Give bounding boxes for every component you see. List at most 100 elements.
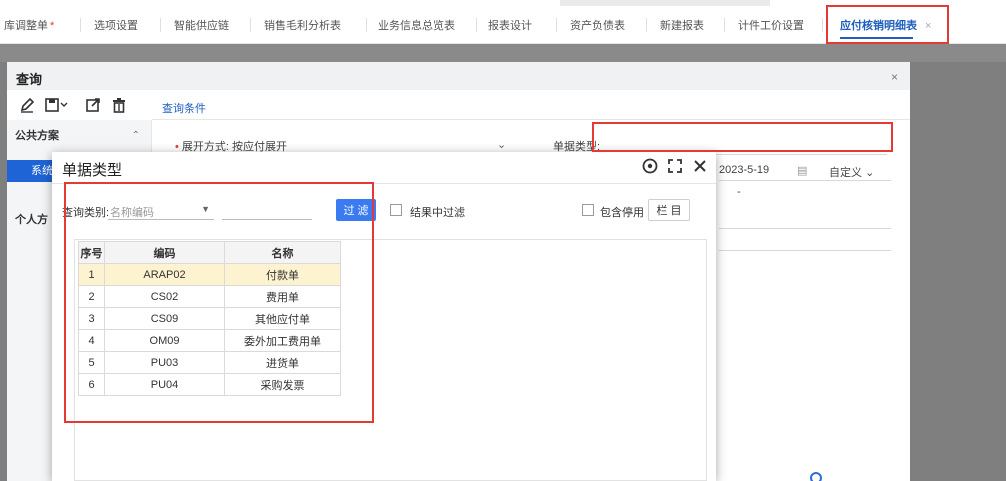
chevron-down-icon[interactable]: ⌄	[497, 138, 506, 151]
date-range-dash: -	[737, 186, 741, 198]
tab-supply-chain[interactable]: 智能供应链	[174, 16, 229, 36]
table-row[interactable]: 5 PU03 进货单	[78, 351, 341, 374]
row-code: CS02	[104, 285, 225, 308]
field-underline	[719, 180, 891, 181]
filter-in-results-label: 结果中过滤	[410, 207, 465, 219]
chevron-up-icon[interactable]: ⌃	[132, 124, 140, 148]
tab-separator	[250, 18, 251, 32]
export-icon[interactable]	[85, 97, 101, 113]
help-bubble-icon[interactable]	[810, 472, 822, 481]
public-scheme-label: 公共方案	[15, 130, 59, 142]
table-row[interactable]: 2 CS02 费用单	[78, 285, 341, 308]
custom-range-label: 自定义	[829, 167, 862, 179]
tab-separator	[80, 18, 81, 32]
delete-icon[interactable]	[111, 97, 127, 113]
top-gray-strip	[560, 0, 770, 6]
modified-marker: *	[50, 20, 55, 32]
tab-separator	[160, 18, 161, 32]
scheme-item-label: 系统	[31, 165, 53, 177]
table-row[interactable]: 6 PU04 采购发票	[78, 373, 341, 396]
columns-button[interactable]: 栏 目	[648, 199, 690, 221]
tab-new-report[interactable]: 新建报表	[660, 16, 704, 36]
tab-label: 库调整单	[4, 20, 48, 32]
doc-type-table: 序号 编码 名称 1 ARAP02 付款单 2 CS02 费用单 3 CS09 …	[78, 241, 341, 396]
tab-label: 应付核销明细表	[840, 20, 917, 32]
row-index: 2	[78, 285, 105, 308]
filter-button[interactable]: 过 滤	[336, 199, 376, 221]
tab-label: 销售毛利分析表	[264, 20, 341, 32]
personal-scheme-label: 个人方	[15, 214, 48, 226]
tab-sales-margin[interactable]: 销售毛利分析表	[264, 16, 341, 36]
tab-bar: 库调整单 * 选项设置 智能供应链 销售毛利分析表 业务信息总览表 报表设计 资产…	[0, 0, 1006, 44]
tab-ap-writeoff-detail[interactable]: 应付核销明细表 ×	[840, 16, 931, 39]
public-scheme-section[interactable]: 公共方案 ⌃	[7, 124, 152, 148]
tab-label: 计件工价设置	[738, 20, 804, 32]
close-icon[interactable]: ×	[925, 20, 931, 32]
tab-label: 报表设计	[488, 20, 532, 32]
close-icon[interactable]: ×	[891, 70, 898, 84]
tab-balance-sheet[interactable]: 资产负债表	[570, 16, 625, 36]
custom-range-select[interactable]: 自定义 ⌄	[829, 164, 874, 180]
tab-separator	[556, 18, 557, 32]
row-code: PU04	[104, 373, 225, 396]
field-underline	[719, 228, 891, 229]
row-name: 付款单	[224, 263, 341, 286]
query-text-input[interactable]	[222, 198, 312, 220]
tab-label: 新建报表	[660, 20, 704, 32]
chevron-down-icon: ▼	[201, 204, 210, 214]
table-row[interactable]: 1 ARAP02 付款单	[78, 263, 341, 286]
tab-report-design[interactable]: 报表设计	[488, 16, 532, 36]
tab-stock-adjust[interactable]: 库调整单 *	[4, 16, 54, 36]
column-header-code: 编码	[104, 241, 225, 264]
backdrop-strip	[0, 44, 1006, 62]
tab-query-conditions[interactable]: 查询条件	[162, 100, 206, 116]
edit-icon[interactable]	[19, 97, 35, 113]
tab-separator	[366, 18, 367, 32]
query-condition-header: 查询条件	[152, 90, 910, 120]
row-index: 1	[78, 263, 105, 286]
calendar-icon[interactable]: ▤	[797, 164, 807, 177]
row-name: 其他应付单	[224, 307, 341, 330]
row-name: 采购发票	[224, 373, 341, 396]
tab-label: 选项设置	[94, 20, 138, 32]
help-icon[interactable]	[642, 158, 658, 174]
tab-separator	[724, 18, 725, 32]
query-dialog-header: 查询 ×	[7, 62, 910, 90]
query-type-select[interactable]: 名称编码 ▼	[108, 198, 214, 220]
row-index: 3	[78, 307, 105, 330]
row-index: 4	[78, 329, 105, 352]
row-code: OM09	[104, 329, 225, 352]
field-underline	[719, 250, 891, 251]
tab-piece-rate[interactable]: 计件工价设置	[738, 16, 804, 36]
chevron-down-icon: ⌄	[865, 167, 875, 179]
chevron-down-icon[interactable]	[59, 97, 69, 113]
tab-label: 智能供应链	[174, 20, 229, 32]
maximize-icon[interactable]	[667, 158, 683, 174]
active-tab-underline	[840, 37, 914, 39]
close-icon[interactable]	[692, 158, 708, 174]
tab-separator	[822, 18, 823, 32]
query-type-placeholder: 名称编码	[110, 207, 154, 219]
date-field-value[interactable]: 2023-5-19	[719, 164, 769, 176]
tab-business-overview[interactable]: 业务信息总览表	[378, 16, 455, 36]
table-row[interactable]: 4 OM09 委外加工费用单	[78, 329, 341, 352]
tab-separator	[646, 18, 647, 32]
row-index: 5	[78, 351, 105, 374]
include-disabled-checkbox[interactable]	[582, 204, 594, 216]
table-header-row: 序号 编码 名称	[78, 241, 341, 264]
column-header-name: 名称	[224, 241, 341, 264]
row-code: ARAP02	[104, 263, 225, 286]
row-name: 费用单	[224, 285, 341, 308]
tab-label: 业务信息总览表	[378, 20, 455, 32]
table-row[interactable]: 3 CS09 其他应付单	[78, 307, 341, 330]
row-index: 6	[78, 373, 105, 396]
row-code: PU03	[104, 351, 225, 374]
tab-options[interactable]: 选项设置	[94, 16, 138, 36]
column-header-index: 序号	[78, 241, 105, 264]
save-icon[interactable]	[44, 97, 60, 113]
filter-in-results-checkbox[interactable]	[390, 204, 402, 216]
doc-type-dialog: 单据类型 查询类别: 名称编码 ▼ 过 滤 结果中过滤 包含停用 栏 目 序号	[52, 152, 716, 481]
row-code: CS09	[104, 307, 225, 330]
query-type-label: 查询类别:	[62, 207, 110, 219]
dialog-controls	[636, 158, 708, 178]
